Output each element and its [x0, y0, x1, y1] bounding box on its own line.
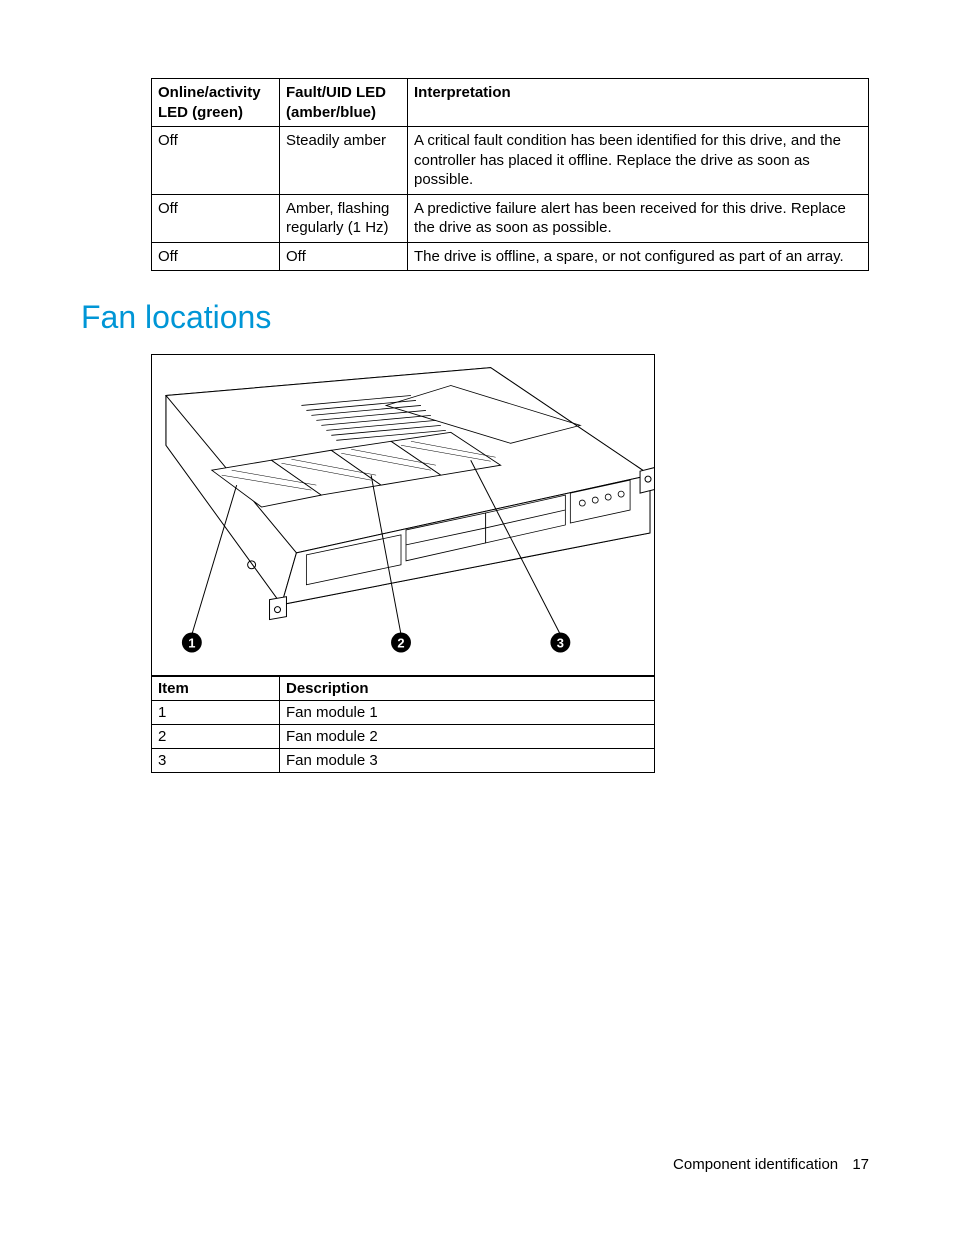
led-col-header-3: Interpretation — [408, 79, 869, 127]
section-heading-fan-locations: Fan locations — [81, 299, 869, 336]
footer-section-name: Component identification — [673, 1156, 838, 1173]
table-row: Off Off The drive is offline, a spare, o… — [152, 242, 869, 271]
led-cell: Amber, flashing regularly (1 Hz) — [280, 194, 408, 242]
server-chassis-illustration: 1 2 3 — [152, 355, 654, 675]
fan-item: 1 — [152, 701, 280, 725]
table-row: 2 Fan module 2 — [152, 725, 655, 749]
svg-text:2: 2 — [397, 635, 404, 650]
table-row: Off Amber, flashing regularly (1 Hz) A p… — [152, 194, 869, 242]
fan-item: 3 — [152, 749, 280, 773]
page-footer: Component identification 17 — [673, 1156, 869, 1173]
led-cell: Steadily amber — [280, 127, 408, 195]
fan-col-header-desc: Description — [280, 677, 655, 701]
led-status-table: Online/activity LED (green) Fault/UID LE… — [151, 78, 869, 271]
fan-diagram: 1 2 3 — [151, 354, 655, 676]
led-col-header-2: Fault/UID LED (amber/blue) — [280, 79, 408, 127]
table-row: 3 Fan module 3 — [152, 749, 655, 773]
led-cell: A predictive failure alert has been rece… — [408, 194, 869, 242]
led-col-header-1: Online/activity LED (green) — [152, 79, 280, 127]
fan-col-header-item: Item — [152, 677, 280, 701]
fan-desc: Fan module 2 — [280, 725, 655, 749]
led-cell: Off — [152, 242, 280, 271]
led-cell: Off — [152, 127, 280, 195]
table-header-row: Item Description — [152, 677, 655, 701]
led-cell: Off — [280, 242, 408, 271]
led-cell: Off — [152, 194, 280, 242]
fan-module-table: Item Description 1 Fan module 1 2 Fan mo… — [151, 676, 655, 773]
table-row: Off Steadily amber A critical fault cond… — [152, 127, 869, 195]
svg-text:3: 3 — [557, 635, 564, 650]
footer-page-number: 17 — [852, 1156, 869, 1173]
fan-desc: Fan module 3 — [280, 749, 655, 773]
fan-desc: Fan module 1 — [280, 701, 655, 725]
table-row: 1 Fan module 1 — [152, 701, 655, 725]
svg-text:1: 1 — [188, 635, 195, 650]
fan-item: 2 — [152, 725, 280, 749]
led-cell: A critical fault condition has been iden… — [408, 127, 869, 195]
table-header-row: Online/activity LED (green) Fault/UID LE… — [152, 79, 869, 127]
led-cell: The drive is offline, a spare, or not co… — [408, 242, 869, 271]
